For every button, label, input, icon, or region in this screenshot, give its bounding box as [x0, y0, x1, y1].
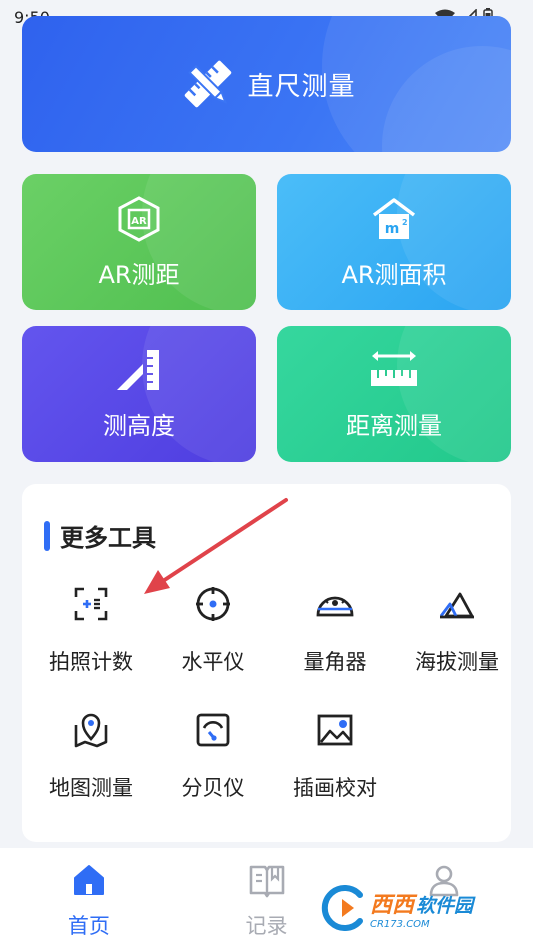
tool-decibel[interactable]: 分贝仪	[152, 710, 274, 802]
tool-protractor-label: 量角器	[303, 650, 367, 674]
scan-count-icon	[71, 584, 111, 624]
more-tools-title: 更多工具	[60, 524, 156, 552]
home-icon	[73, 865, 104, 895]
tab-home[interactable]: 首页	[0, 848, 178, 948]
tab-records-label: 记录	[245, 914, 288, 938]
site-watermark: 西西 软件园 CR173.COM	[320, 880, 525, 936]
tool-photo-count-label: 拍照计数	[49, 650, 133, 674]
tool-altitude[interactable]: 海拔测量	[396, 584, 518, 676]
height-measure-card[interactable]: 测高度	[22, 326, 256, 462]
image-icon	[315, 710, 355, 750]
tool-level-label: 水平仪	[181, 650, 245, 674]
ruler-pencil-icon	[185, 60, 232, 108]
watermark-site: CR173.COM	[370, 918, 430, 930]
tool-altitude-label: 海拔测量	[415, 650, 499, 674]
watermark-logo-icon	[321, 885, 363, 931]
tool-map-measure[interactable]: 地图测量	[30, 710, 152, 802]
tool-map-measure-label: 地图测量	[49, 776, 133, 800]
mountain-icon	[437, 584, 477, 624]
distance-measure-card[interactable]: 距离测量	[277, 326, 511, 462]
more-tools-heading: 更多工具	[44, 518, 156, 553]
map-pin-icon	[71, 710, 111, 750]
level-target-icon	[193, 584, 233, 624]
protractor-icon	[315, 584, 355, 624]
tool-protractor[interactable]: 量角器	[274, 584, 396, 676]
ar-area-card[interactable]: m 2 AR测面积	[277, 174, 511, 310]
tab-home-label: 首页	[67, 914, 110, 938]
tool-decibel-label: 分贝仪	[181, 776, 245, 800]
tool-illustration-check[interactable]: 插画校对	[274, 710, 396, 802]
ar-distance-card[interactable]: AR AR测距	[22, 174, 256, 310]
tool-photo-count[interactable]: 拍照计数	[30, 584, 152, 676]
book-icon	[249, 865, 284, 898]
tool-level[interactable]: 水平仪	[152, 584, 274, 676]
more-tools-panel: 更多工具 拍照计数 水平仪 量角器 海拔测量 地图测量 分贝仪 插画校对	[22, 484, 511, 842]
watermark-brand-suffix: 软件园	[416, 894, 474, 917]
tool-illustration-check-label: 插画校对	[293, 776, 377, 800]
watermark-brand: 西西	[370, 892, 415, 918]
decibel-gauge-icon	[193, 710, 233, 750]
heading-accent-bar	[44, 520, 50, 551]
ruler-measure-card[interactable]: 直尺测量	[22, 16, 511, 152]
